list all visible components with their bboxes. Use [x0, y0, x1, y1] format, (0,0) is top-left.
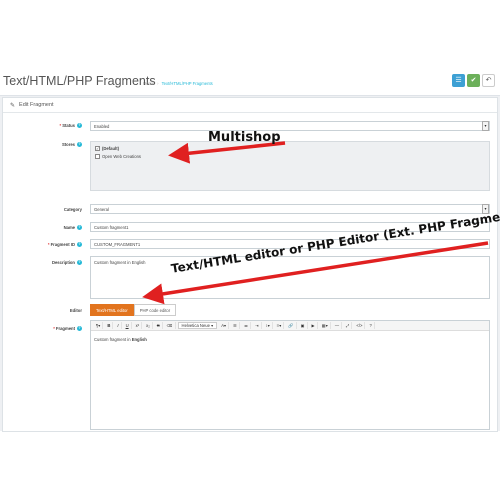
help-icon: ?: [77, 225, 82, 231]
bullet-list-icon[interactable]: ☰: [231, 322, 240, 329]
store-default[interactable]: ✓ (Default): [95, 146, 119, 151]
description-label: Description?: [51, 260, 82, 266]
save-button[interactable]: ✔: [467, 74, 480, 87]
breadcrumb-home[interactable]: Home: [143, 81, 154, 86]
name-label: Name?: [63, 225, 82, 231]
strikethrough-icon[interactable]: S: [155, 322, 163, 329]
text-color-icon[interactable]: A▾: [219, 322, 230, 329]
editor-content[interactable]: Custom fragment in English: [91, 331, 489, 348]
fullscreen-icon[interactable]: ⤢: [344, 322, 353, 329]
check-icon: ✔: [470, 77, 477, 84]
fragment-id-label: *Fragment ID?: [47, 242, 82, 248]
checkbox-checked-icon[interactable]: ✓: [95, 146, 100, 151]
table-icon[interactable]: ▦▾: [320, 322, 331, 329]
list-button[interactable]: ☰: [452, 74, 465, 87]
breadcrumb: Home › Text/HTML/PHP Fragments: [143, 81, 213, 86]
back-button[interactable]: ↶: [482, 74, 495, 87]
category-select[interactable]: General ▾: [90, 204, 490, 214]
indent-icon[interactable]: ⇥: [253, 322, 262, 329]
multishop-annotation: Multishop: [208, 130, 281, 145]
underline-icon[interactable]: U: [124, 322, 132, 329]
code-view-icon[interactable]: </>: [354, 322, 366, 329]
video-icon[interactable]: ▶: [310, 322, 318, 329]
category-label: Category: [63, 207, 82, 212]
pencil-icon: ✎: [10, 102, 16, 109]
numbered-list-icon[interactable]: ≔: [242, 322, 252, 329]
help-editor-icon[interactable]: ?: [367, 322, 375, 329]
checkbox-icon[interactable]: [95, 154, 100, 159]
page-header: Text/HTML/PHP Fragments Home › Text/HTML/P…: [0, 66, 500, 96]
help-icon: ?: [77, 142, 82, 148]
text-html-editor-button[interactable]: Text/HTML editor: [90, 304, 134, 316]
page-title: Text/HTML/PHP Fragments: [3, 74, 156, 88]
editor-toggle: Text/HTML editor PHP code editor: [90, 304, 177, 316]
italic-icon[interactable]: I: [115, 322, 122, 329]
bold-icon[interactable]: B: [105, 322, 114, 329]
store-open-web-creations[interactable]: Open Web Creations: [95, 154, 141, 159]
description-textarea[interactable]: Custom fragment in English: [90, 256, 490, 299]
status-label: *Status?: [59, 123, 82, 129]
back-icon: ↶: [485, 77, 492, 84]
fragment-editor: ¶▾ B I U x² x₂ S ⌫ Helvetica Neue ▾ A▾ ☰…: [90, 320, 490, 430]
php-code-editor-button[interactable]: PHP code editor: [133, 304, 177, 316]
stores-tree: ✓ (Default) Open Web Creations: [90, 141, 490, 191]
fragment-label: *Fragment?: [53, 326, 82, 332]
panel-heading: ✎ Edit Fragment: [3, 98, 497, 113]
image-icon[interactable]: ▣: [299, 322, 308, 329]
superscript-icon[interactable]: x²: [134, 322, 143, 329]
text-height-icon[interactable]: ↕▾: [264, 322, 273, 329]
align-icon[interactable]: ≡▾: [275, 322, 285, 329]
subscript-icon[interactable]: x₂: [144, 322, 153, 329]
paragraph-icon[interactable]: ¶▾: [94, 322, 104, 329]
panel-heading-text: Edit Fragment: [19, 102, 54, 108]
list-icon: ☰: [455, 77, 462, 84]
help-icon: ?: [77, 260, 82, 266]
hr-icon[interactable]: —: [333, 322, 343, 329]
chevron-down-icon: ▾: [482, 121, 489, 131]
eraser-icon[interactable]: ⌫: [165, 322, 176, 329]
font-family-select[interactable]: Helvetica Neue ▾: [177, 322, 218, 329]
editor-label: Editor: [69, 308, 82, 313]
link-icon[interactable]: 🔗: [286, 322, 297, 329]
help-icon: ?: [77, 123, 82, 129]
help-icon: ?: [77, 242, 82, 248]
stores-label: Stores?: [61, 142, 82, 148]
editor-toolbar: ¶▾ B I U x² x₂ S ⌫ Helvetica Neue ▾ A▾ ☰…: [91, 321, 489, 331]
breadcrumb-current[interactable]: Text/HTML/PHP Fragments: [162, 81, 213, 86]
help-icon: ?: [77, 326, 82, 332]
status-select[interactable]: Enabled ▾: [90, 121, 490, 131]
